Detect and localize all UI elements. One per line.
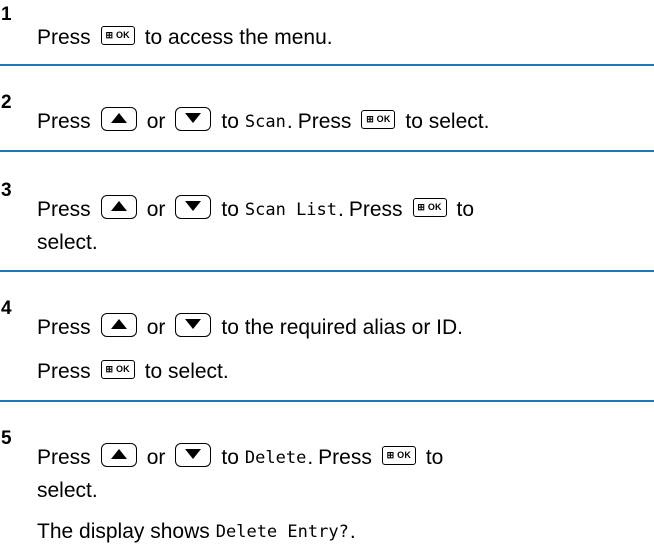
menu-ok-key-icon: ⊞ OK — [361, 109, 396, 129]
menu-ok-key-icon: ⊞ OK — [100, 25, 135, 45]
step-number: 3 — [1, 180, 12, 201]
text: to — [425, 446, 444, 469]
text: . — [338, 198, 344, 221]
step-2-line-1: Press or to Scan. Press ⊞ OK to select. — [37, 107, 490, 134]
text: Press — [37, 360, 91, 383]
step-separator — [0, 270, 654, 272]
step-3-line-2: select. — [37, 231, 98, 255]
text: Press — [37, 316, 91, 339]
up-arrow-key-icon — [100, 443, 137, 467]
step-separator — [0, 64, 654, 66]
text: or — [146, 446, 166, 469]
step-4-line-2: Press ⊞ OK to select. — [37, 359, 229, 384]
menu-ok-key-icon: ⊞ OK — [412, 197, 447, 217]
step-4-line-1: Press or to the required alias or ID. — [37, 313, 463, 340]
text: or — [146, 316, 166, 339]
step-number: 5 — [1, 428, 12, 449]
menu-ok-key-icon: ⊞ OK — [100, 359, 135, 379]
text: to — [221, 110, 239, 133]
text: to — [221, 198, 239, 221]
text: Press — [37, 198, 91, 221]
up-arrow-key-icon — [100, 195, 137, 219]
display-message: Delete Entry? — [215, 522, 349, 542]
step-5-line-1: Press or to Delete. Press ⊞ OK to — [37, 443, 444, 470]
text: or — [146, 110, 166, 133]
text: Press — [348, 198, 403, 221]
text: . — [286, 110, 293, 133]
text: to select. — [144, 360, 229, 383]
step-number: 2 — [1, 92, 12, 113]
down-arrow-key-icon — [175, 107, 212, 131]
text: to — [221, 446, 239, 469]
text: select. — [37, 479, 98, 502]
step-3-line-1: Press or to Scan List. Press ⊞ OK to — [37, 195, 475, 222]
step-5-line-3: The display shows Delete Entry?. — [37, 520, 356, 544]
menu-term: Scan — [244, 112, 286, 132]
text: The display shows — [37, 520, 210, 543]
text: . — [349, 520, 356, 543]
step-separator — [0, 150, 654, 152]
text: Press — [297, 110, 352, 133]
down-arrow-key-icon — [175, 195, 212, 219]
up-arrow-key-icon — [100, 313, 137, 337]
menu-term: Scan List — [244, 200, 338, 220]
step-5-line-2: select. — [37, 479, 98, 503]
text: Press — [37, 26, 91, 49]
text: Press — [318, 446, 372, 469]
step-separator — [0, 400, 654, 402]
down-arrow-key-icon — [175, 443, 212, 467]
down-arrow-key-icon — [175, 313, 212, 337]
text: or — [146, 198, 166, 221]
step-number: 1 — [1, 4, 12, 25]
up-arrow-key-icon — [100, 107, 137, 131]
text: Press — [37, 446, 91, 469]
text: to the required alias or ID. — [221, 316, 463, 339]
text: Press — [37, 110, 91, 133]
step-number: 4 — [1, 298, 12, 319]
text: to select. — [405, 110, 490, 133]
step-1-line-1: Press ⊞ OK to access the menu. — [37, 25, 333, 50]
text: . — [307, 446, 314, 469]
text: select. — [37, 231, 98, 254]
menu-term: Delete — [244, 448, 307, 468]
menu-ok-key-icon: ⊞ OK — [381, 445, 416, 465]
text: to access the menu. — [144, 26, 333, 49]
text: to — [456, 198, 475, 221]
